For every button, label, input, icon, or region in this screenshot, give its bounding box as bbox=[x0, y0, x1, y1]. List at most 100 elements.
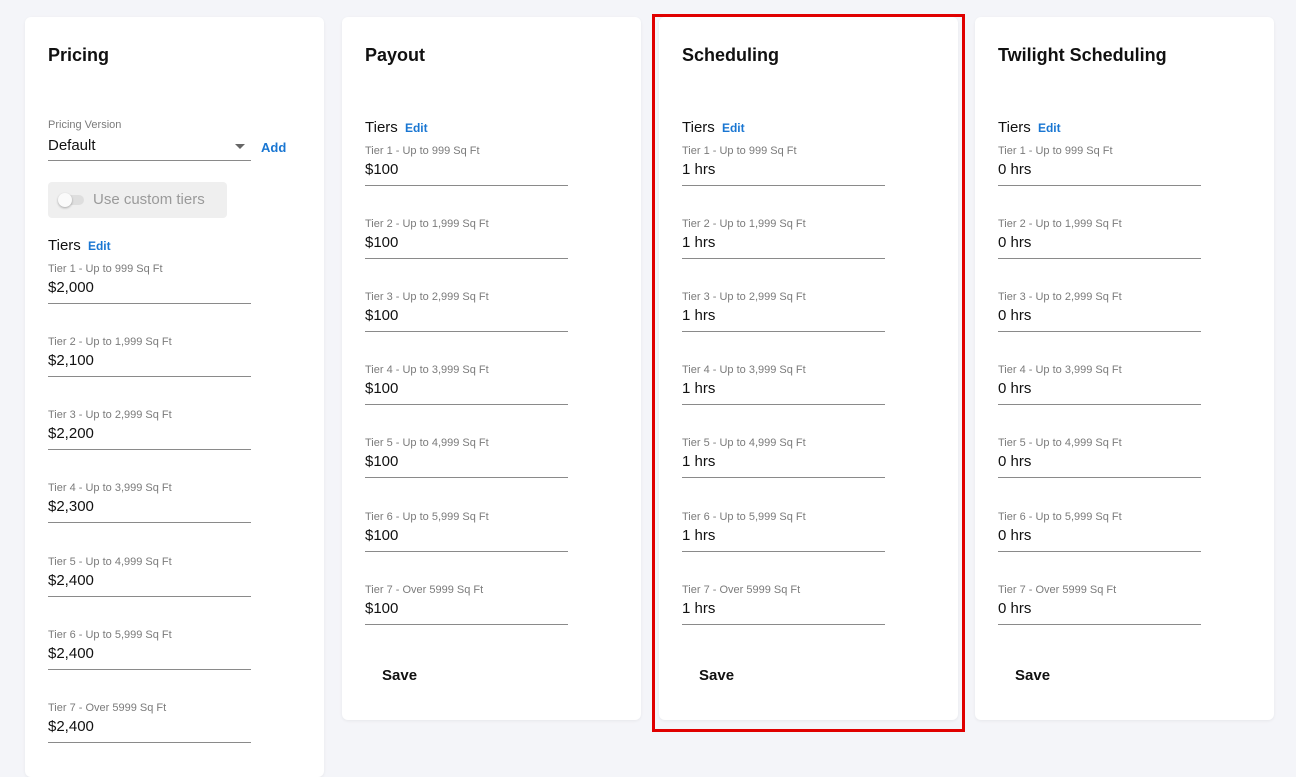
tier-label: Tier 4 - Up to 3,999 Sq Ft bbox=[365, 364, 489, 376]
twilight-tiers-edit-link[interactable]: Edit bbox=[1038, 121, 1061, 135]
scheduling-save-button[interactable]: Save bbox=[699, 667, 734, 684]
tier-value[interactable]: $100 bbox=[365, 526, 568, 552]
scheduling-tier-7-field[interactable]: Tier 7 - Over 5999 Sq Ft 1 hrs bbox=[682, 584, 885, 625]
twilight-tier-1-field[interactable]: Tier 1 - Up to 999 Sq Ft 0 hrs bbox=[998, 145, 1201, 186]
tier-value[interactable]: $2,400 bbox=[48, 571, 251, 597]
payout-tier-3-field[interactable]: Tier 3 - Up to 2,999 Sq Ft $100 bbox=[365, 291, 568, 332]
payout-tier-4-field[interactable]: Tier 4 - Up to 3,999 Sq Ft $100 bbox=[365, 364, 568, 405]
twilight-tier-5-field[interactable]: Tier 5 - Up to 4,999 Sq Ft 0 hrs bbox=[998, 437, 1201, 478]
twilight-tier-7-field[interactable]: Tier 7 - Over 5999 Sq Ft 0 hrs bbox=[998, 584, 1201, 625]
tier-value[interactable]: 1 hrs bbox=[682, 160, 885, 186]
tier-value[interactable]: 0 hrs bbox=[998, 233, 1201, 259]
tier-value[interactable]: 1 hrs bbox=[682, 233, 885, 259]
tier-label: Tier 5 - Up to 4,999 Sq Ft bbox=[365, 437, 489, 449]
tier-label: Tier 5 - Up to 4,999 Sq Ft bbox=[682, 437, 806, 449]
tier-label: Tier 1 - Up to 999 Sq Ft bbox=[48, 263, 163, 275]
tier-value[interactable]: $100 bbox=[365, 160, 568, 186]
twilight-tier-3-field[interactable]: Tier 3 - Up to 2,999 Sq Ft 0 hrs bbox=[998, 291, 1201, 332]
tier-label: Tier 6 - Up to 5,999 Sq Ft bbox=[365, 511, 489, 523]
tier-label: Tier 4 - Up to 3,999 Sq Ft bbox=[48, 482, 172, 494]
tier-value[interactable]: 0 hrs bbox=[998, 599, 1201, 625]
pricing-card: Pricing Pricing Version Default Add Use … bbox=[25, 17, 324, 777]
scheduling-tier-3-field[interactable]: Tier 3 - Up to 2,999 Sq Ft 1 hrs bbox=[682, 291, 885, 332]
tier-label: Tier 7 - Over 5999 Sq Ft bbox=[365, 584, 484, 596]
tier-label: Tier 2 - Up to 1,999 Sq Ft bbox=[682, 218, 806, 230]
twilight-tier-6-field[interactable]: Tier 6 - Up to 5,999 Sq Ft 0 hrs bbox=[998, 511, 1201, 552]
tier-value[interactable]: $2,400 bbox=[48, 717, 251, 743]
tiers-label: Tiers bbox=[998, 119, 1031, 136]
use-custom-tiers-toggle[interactable]: Use custom tiers bbox=[48, 182, 227, 218]
twilight-tier-4-field[interactable]: Tier 4 - Up to 3,999 Sq Ft 0 hrs bbox=[998, 364, 1201, 405]
tier-label: Tier 3 - Up to 2,999 Sq Ft bbox=[682, 291, 806, 303]
tiers-label: Tiers bbox=[682, 119, 715, 136]
pricing-tier-3-field[interactable]: Tier 3 - Up to 2,999 Sq Ft $2,200 bbox=[48, 409, 251, 450]
use-custom-tiers-label: Use custom tiers bbox=[93, 191, 205, 208]
payout-tier-1-field[interactable]: Tier 1 - Up to 999 Sq Ft $100 bbox=[365, 145, 568, 186]
payout-save-button[interactable]: Save bbox=[382, 667, 417, 684]
twilight-tier-2-field[interactable]: Tier 2 - Up to 1,999 Sq Ft 0 hrs bbox=[998, 218, 1201, 259]
tier-label: Tier 2 - Up to 1,999 Sq Ft bbox=[998, 218, 1122, 230]
tier-value[interactable]: 0 hrs bbox=[998, 452, 1201, 478]
tier-value[interactable]: 0 hrs bbox=[998, 306, 1201, 332]
scheduling-tier-2-field[interactable]: Tier 2 - Up to 1,999 Sq Ft 1 hrs bbox=[682, 218, 885, 259]
tier-value[interactable]: 1 hrs bbox=[682, 599, 885, 625]
chevron-down-icon bbox=[235, 144, 245, 149]
payout-tier-6-field[interactable]: Tier 6 - Up to 5,999 Sq Ft $100 bbox=[365, 511, 568, 552]
tier-label: Tier 4 - Up to 3,999 Sq Ft bbox=[998, 364, 1122, 376]
tier-value[interactable]: 1 hrs bbox=[682, 452, 885, 478]
tier-label: Tier 1 - Up to 999 Sq Ft bbox=[365, 145, 480, 157]
tier-value[interactable]: $2,100 bbox=[48, 351, 251, 377]
pricing-tier-1-field[interactable]: Tier 1 - Up to 999 Sq Ft $2,000 bbox=[48, 263, 251, 304]
scheduling-tier-1-field[interactable]: Tier 1 - Up to 999 Sq Ft 1 hrs bbox=[682, 145, 885, 186]
scheduling-title: Scheduling bbox=[682, 45, 780, 65]
twilight-scheduling-title: Twilight Scheduling bbox=[998, 45, 1167, 65]
pricing-tier-7-field[interactable]: Tier 7 - Over 5999 Sq Ft $2,400 bbox=[48, 702, 251, 743]
tier-value[interactable]: $2,000 bbox=[48, 278, 251, 304]
tier-value[interactable]: 1 hrs bbox=[682, 379, 885, 405]
scheduling-card: Scheduling Tiers Edit Tier 1 - Up to 999… bbox=[659, 17, 958, 720]
tier-value[interactable]: $100 bbox=[365, 306, 568, 332]
pricing-tier-2-field[interactable]: Tier 2 - Up to 1,999 Sq Ft $2,100 bbox=[48, 336, 251, 377]
tier-value[interactable]: $2,300 bbox=[48, 497, 251, 523]
tier-value[interactable]: $100 bbox=[365, 452, 568, 478]
payout-tier-5-field[interactable]: Tier 5 - Up to 4,999 Sq Ft $100 bbox=[365, 437, 568, 478]
tier-value[interactable]: $100 bbox=[365, 379, 568, 405]
payout-tier-2-field[interactable]: Tier 2 - Up to 1,999 Sq Ft $100 bbox=[365, 218, 568, 259]
pricing-version-select[interactable]: Default bbox=[48, 136, 251, 161]
scheduling-tiers-edit-link[interactable]: Edit bbox=[722, 121, 745, 135]
tier-value[interactable]: 1 hrs bbox=[682, 526, 885, 552]
tier-label: Tier 7 - Over 5999 Sq Ft bbox=[48, 702, 167, 714]
pricing-tier-6-field[interactable]: Tier 6 - Up to 5,999 Sq Ft $2,400 bbox=[48, 629, 251, 670]
tier-label: Tier 4 - Up to 3,999 Sq Ft bbox=[682, 364, 806, 376]
scheduling-tier-5-field[interactable]: Tier 5 - Up to 4,999 Sq Ft 1 hrs bbox=[682, 437, 885, 478]
tier-label: Tier 6 - Up to 5,999 Sq Ft bbox=[682, 511, 806, 523]
tier-value[interactable]: 0 hrs bbox=[998, 160, 1201, 186]
payout-tiers-heading: Tiers Edit bbox=[365, 119, 428, 136]
tier-value[interactable]: 1 hrs bbox=[682, 306, 885, 332]
scheduling-tier-4-field[interactable]: Tier 4 - Up to 3,999 Sq Ft 1 hrs bbox=[682, 364, 885, 405]
scheduling-tiers-heading: Tiers Edit bbox=[682, 119, 745, 136]
twilight-tiers-heading: Tiers Edit bbox=[998, 119, 1061, 136]
add-pricing-version-button[interactable]: Add bbox=[261, 140, 286, 155]
pricing-tiers-edit-link[interactable]: Edit bbox=[88, 239, 111, 253]
payout-tiers-edit-link[interactable]: Edit bbox=[405, 121, 428, 135]
tier-value[interactable]: $100 bbox=[365, 599, 568, 625]
tier-label: Tier 2 - Up to 1,999 Sq Ft bbox=[365, 218, 489, 230]
tier-value[interactable]: $2,400 bbox=[48, 644, 251, 670]
tier-value[interactable]: 0 hrs bbox=[998, 379, 1201, 405]
twilight-scheduling-card: Twilight Scheduling Tiers Edit Tier 1 - … bbox=[975, 17, 1274, 720]
tier-label: Tier 5 - Up to 4,999 Sq Ft bbox=[998, 437, 1122, 449]
pricing-title: Pricing bbox=[48, 45, 110, 65]
pricing-tier-4-field[interactable]: Tier 4 - Up to 3,999 Sq Ft $2,300 bbox=[48, 482, 251, 523]
tier-label: Tier 1 - Up to 999 Sq Ft bbox=[998, 145, 1113, 157]
tier-label: Tier 1 - Up to 999 Sq Ft bbox=[682, 145, 797, 157]
twilight-save-button[interactable]: Save bbox=[1015, 667, 1050, 684]
scheduling-tier-6-field[interactable]: Tier 6 - Up to 5,999 Sq Ft 1 hrs bbox=[682, 511, 885, 552]
tier-value[interactable]: $100 bbox=[365, 233, 568, 259]
payout-tier-7-field[interactable]: Tier 7 - Over 5999 Sq Ft $100 bbox=[365, 584, 568, 625]
tier-label: Tier 6 - Up to 5,999 Sq Ft bbox=[48, 629, 172, 641]
tier-value[interactable]: 0 hrs bbox=[998, 526, 1201, 552]
pricing-tier-5-field[interactable]: Tier 5 - Up to 4,999 Sq Ft $2,400 bbox=[48, 556, 251, 597]
tier-label: Tier 6 - Up to 5,999 Sq Ft bbox=[998, 511, 1122, 523]
tier-value[interactable]: $2,200 bbox=[48, 424, 251, 450]
